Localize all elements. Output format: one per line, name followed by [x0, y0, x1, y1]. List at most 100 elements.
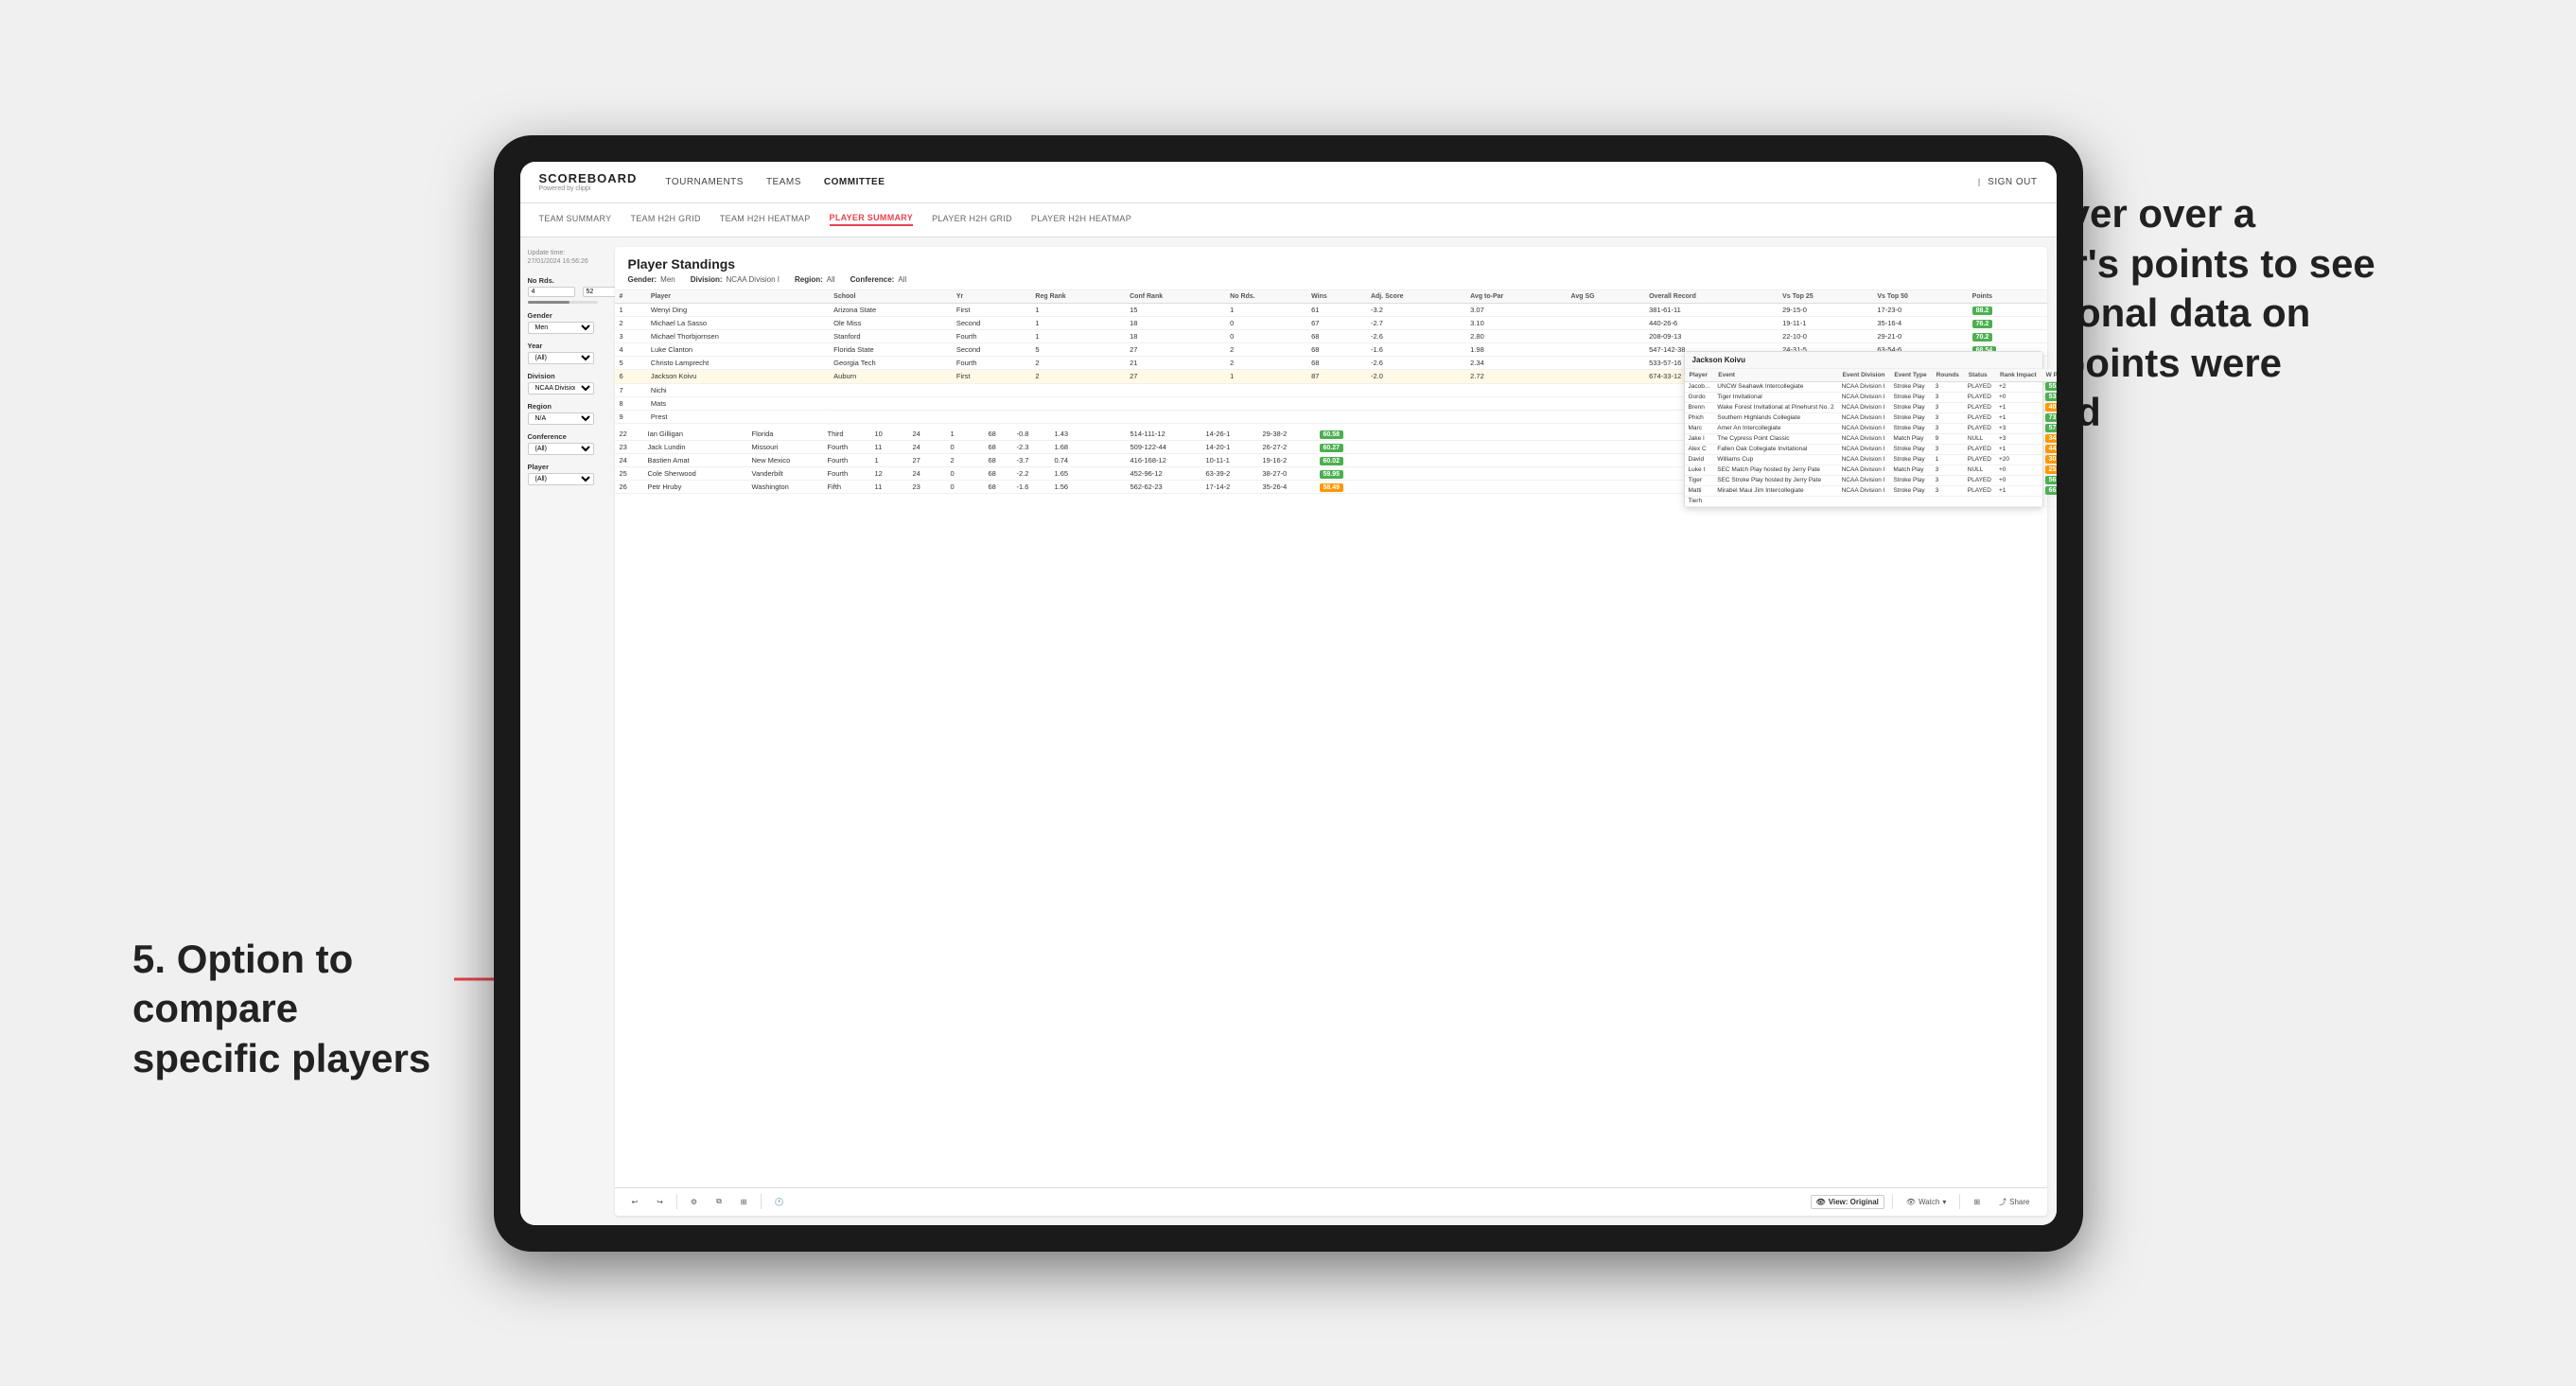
subnav-player-h2h-grid[interactable]: PLAYER H2H GRID — [932, 214, 1012, 225]
col-vs-top50: Vs Top 50 — [1872, 290, 1967, 304]
division-label: Division — [528, 372, 598, 380]
no-rds-label: No Rds. — [528, 276, 598, 285]
sign-out-link[interactable]: Sign out — [1988, 177, 2037, 187]
gender-select[interactable]: Men — [528, 322, 594, 334]
points-badge[interactable]: 59.95 — [1320, 470, 1344, 479]
filter-conference: Conference: All — [850, 275, 907, 284]
col-avg-sg: Avg SG — [1567, 290, 1645, 304]
sidebar-region: Region N/A — [528, 402, 598, 425]
copy-button[interactable]: ⧉ — [710, 1194, 727, 1209]
event-popup-table: Player Event Event Division Event Type R… — [1685, 369, 2047, 507]
year-label: Year — [528, 342, 598, 350]
conference-select[interactable]: (All) — [528, 443, 594, 455]
subnav-team-h2h-grid[interactable]: TEAM H2H GRID — [630, 214, 700, 225]
toolbar-separator-4 — [1959, 1194, 1960, 1209]
table-row: 3 Michael Thorbjornsen Stanford Fourth 1… — [615, 329, 2047, 342]
subnav-team-summary[interactable]: TEAM SUMMARY — [539, 214, 612, 225]
popup-points[interactable]: 44.92 — [2045, 445, 2047, 453]
region-select[interactable]: N/A — [528, 412, 594, 425]
tablet-screen: SCOREBOARD Powered by clippi TOURNAMENTS… — [520, 162, 2057, 1225]
table-header-row: # Player School Yr Reg Rank Conf Rank No… — [615, 290, 2047, 304]
popup-row: Matti Mirabel Maui Jim Intercollegiate N… — [1685, 485, 2047, 496]
filter-division: Division: NCAA Division I — [691, 275, 780, 284]
nav-links: TOURNAMENTS TEAMS COMMITTEE — [665, 177, 1977, 187]
col-overall: Overall Record — [1644, 290, 1778, 304]
points-badge[interactable]: 60.02 — [1320, 457, 1344, 465]
division-select[interactable]: NCAA Division I — [528, 382, 594, 395]
popup-header-row: Player Event Event Division Event Type R… — [1685, 369, 2047, 382]
col-adj-score: Adj. Score — [1366, 290, 1465, 304]
year-select[interactable]: (All) — [528, 352, 594, 364]
sidebar-year: Year (All) — [528, 342, 598, 364]
player-label: Player — [528, 463, 598, 471]
popup-row: Alex C Fallen Oak Collegiate Invitationa… — [1685, 444, 2047, 454]
nav-committee[interactable]: COMMITTEE — [824, 177, 885, 187]
popup-points[interactable]: 55.44 — [2045, 382, 2047, 391]
points-badge[interactable]: 60.27 — [1320, 444, 1344, 452]
sidebar-gender: Gender Men — [528, 311, 598, 334]
col-wins: Wins — [1306, 290, 1366, 304]
popup-row: Tiger SEC Stroke Play hosted by Jerry Pa… — [1685, 475, 2047, 485]
popup-player-name: Jackson Koivu — [1692, 356, 1745, 364]
popup-points[interactable]: 73.23 — [2045, 413, 2047, 422]
points-badge[interactable]: 60.58 — [1320, 430, 1344, 439]
col-vs-top25: Vs Top 25 — [1778, 290, 1872, 304]
col-player: Player — [646, 290, 829, 304]
sidebar-no-rds: No Rds. — [528, 276, 598, 304]
redo-button[interactable]: ↪ — [651, 1195, 669, 1209]
subnav-team-h2h-heatmap[interactable]: TEAM H2H HEATMAP — [720, 214, 811, 225]
share-button[interactable]: ⤴ Share — [1993, 1194, 2035, 1210]
extra-button[interactable]: ⊞ — [735, 1195, 753, 1209]
sidebar-player: Player (All) — [528, 463, 598, 485]
conference-label: Conference — [528, 432, 598, 441]
popup-points[interactable]: 40.7 — [2045, 403, 2047, 412]
filter-region: Region: All — [795, 275, 835, 284]
no-rds-min-input[interactable] — [528, 287, 575, 297]
sidebar: Update time: 27/01/2024 16:56:26 No Rds. — [520, 237, 605, 1225]
popup-row: Gordo Tiger Invitational NCAA Division I… — [1685, 392, 2047, 402]
gender-label: Gender — [528, 311, 598, 320]
update-time: Update time: 27/01/2024 16:56:26 — [528, 249, 598, 268]
watch-button[interactable]: 👁 Watch ▾ — [1901, 1195, 1953, 1209]
popup-points[interactable]: 53.60 — [2045, 393, 2047, 401]
player-select[interactable]: (All) — [528, 473, 594, 485]
popup-points[interactable]: 66.40 — [2045, 486, 2047, 495]
col-reg-rank: Reg Rank — [1030, 290, 1125, 304]
points-badge[interactable]: 58.49 — [1320, 483, 1344, 492]
settings-button[interactable]: ⚙ — [685, 1195, 703, 1209]
col-no-rds: No Rds. — [1225, 290, 1306, 304]
popup-points[interactable]: 25.90 — [2045, 465, 2047, 474]
popup-points[interactable]: 56.18 — [2045, 476, 2047, 484]
points-badge[interactable]: 76.2 — [1972, 320, 1993, 328]
col-points: Points — [1968, 290, 2047, 304]
clock-button[interactable]: 🕐 — [769, 1195, 790, 1209]
col-rank: # — [615, 290, 646, 304]
annotation-left: 5. Option to compare specific players — [132, 935, 454, 1084]
subnav-player-h2h-heatmap[interactable]: PLAYER H2H HEATMAP — [1031, 214, 1131, 225]
undo-button[interactable]: ↩ — [626, 1195, 644, 1209]
no-rds-slider[interactable] — [528, 301, 598, 304]
points-badge[interactable]: 88.2 — [1972, 307, 1993, 315]
nav-teams[interactable]: TEAMS — [766, 177, 801, 187]
event-popup: Jackson Koivu Player Event Event Divisio… — [1684, 351, 2043, 508]
sub-nav: TEAM SUMMARY TEAM H2H GRID TEAM H2H HEAT… — [520, 203, 2057, 237]
popup-row: Brenn Wake Forest Invitational at Pinehu… — [1685, 402, 2047, 412]
points-badge[interactable]: 70.2 — [1972, 333, 1993, 342]
popup-points[interactable]: 30.47 — [2045, 455, 2047, 464]
filter-gender: Gender: Men — [628, 275, 675, 284]
slider-fill — [528, 301, 570, 304]
popup-points[interactable]: 34.11 — [2045, 434, 2047, 443]
nav-tournaments[interactable]: TOURNAMENTS — [665, 177, 744, 187]
toolbar-separator-3 — [1892, 1194, 1893, 1209]
popup-row: Tierh — [1685, 496, 2047, 506]
col-avg-to-par: Avg to-Par — [1465, 290, 1566, 304]
subnav-player-summary[interactable]: PLAYER SUMMARY — [830, 213, 914, 226]
bottom-toolbar: ↩ ↪ ⚙ ⧉ ⊞ 🕐 👁 View: Original 👁 Watch ▾ ⊞… — [615, 1187, 2047, 1216]
view-original-button[interactable]: 👁 View: Original — [1811, 1195, 1884, 1209]
compare-button[interactable]: ⊞ — [1968, 1195, 1986, 1209]
popup-row: Luke I SEC Match Play hosted by Jerry Pa… — [1685, 465, 2047, 475]
sidebar-division: Division NCAA Division I — [528, 372, 598, 395]
popup-points[interactable]: 57.57 — [2045, 424, 2047, 432]
content-panel: Player Standings Gender: Men Division: N… — [615, 247, 2047, 1216]
region-label: Region — [528, 402, 598, 411]
